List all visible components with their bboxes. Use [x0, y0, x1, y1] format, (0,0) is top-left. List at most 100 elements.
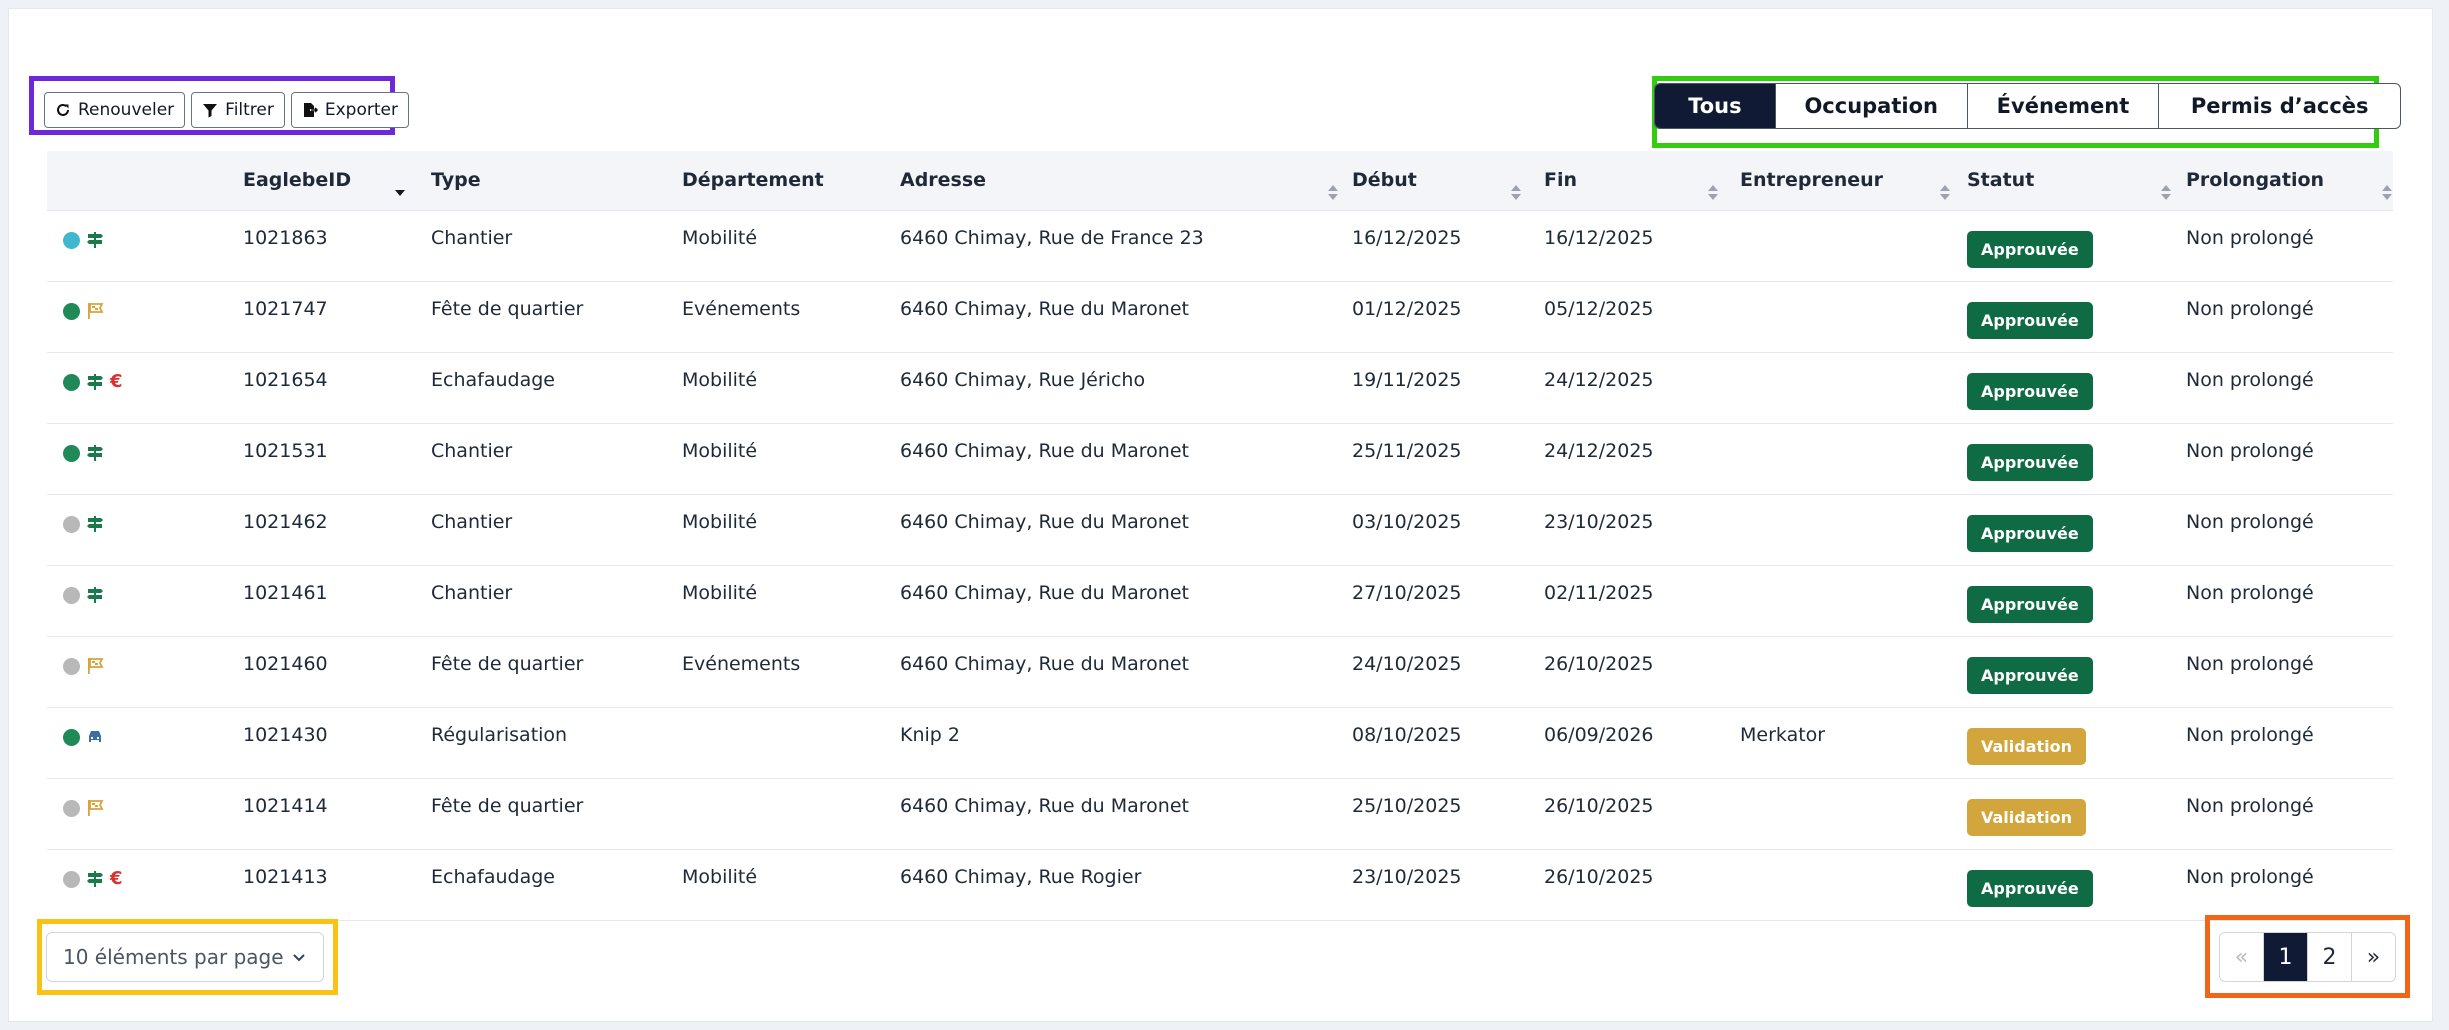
sort-icon[interactable]: [1511, 185, 1521, 201]
status-dot-icon: [63, 444, 80, 462]
flag-icon: [86, 657, 104, 675]
sort-icon[interactable]: [1708, 185, 1718, 201]
renew-button[interactable]: Renouveler: [44, 92, 186, 128]
filter-label: Filtrer: [225, 100, 274, 120]
prev-page-button[interactable]: «: [2220, 933, 2263, 981]
id-cell: 1021462: [243, 511, 328, 533]
id-cell: 1021460: [243, 653, 328, 675]
status-badge: Approuvée: [1967, 373, 2093, 410]
column-header: Type: [431, 169, 481, 191]
renew-label: Renouveler: [78, 100, 175, 120]
sort-icon[interactable]: [1940, 185, 1950, 201]
sort-icon[interactable]: [2382, 185, 2392, 201]
next-page-button[interactable]: »: [2351, 933, 2395, 981]
category-tabs: Tous Occupation Événement Permis d’accès: [1654, 83, 2401, 129]
table-row[interactable]: 1021863 Chantier Mobilité 6460 Chimay, Rue …: [47, 211, 2393, 282]
table-row[interactable]: €1021413 Echafaudage Mobilité 6460 Chimay, …: [47, 850, 2393, 921]
table-row[interactable]: €1021654 Echafaudage Mobilité 6460 Chimay, …: [47, 353, 2393, 424]
column-header: EaglebeID: [243, 169, 352, 191]
per-page-select[interactable]: 10 éléments par page: [46, 932, 324, 982]
row-icons: [63, 586, 104, 604]
extension-cell: Non prolongé: [2186, 795, 2314, 817]
start-date-cell: 27/10/2025: [1352, 582, 1462, 604]
table-row[interactable]: 1021430 Régularisation Knip 2 08/10/2025 06/…: [47, 708, 2393, 779]
table-row[interactable]: 1021414 Fête de quartier 6460 Chimay, Rue …: [47, 779, 2393, 850]
department-cell: Mobilité: [682, 511, 758, 533]
extension-cell: Non prolongé: [2186, 440, 2314, 462]
sort-icon[interactable]: [2161, 185, 2171, 201]
export-button[interactable]: Exporter: [290, 92, 409, 128]
road-sign-icon: [86, 586, 104, 604]
road-sign-icon: [86, 515, 104, 533]
euro-icon: €: [110, 371, 123, 392]
address-cell: 6460 Chimay, Rue Jéricho: [900, 369, 1146, 391]
page-2-button[interactable]: 2: [2307, 933, 2351, 981]
refresh-icon: [57, 103, 69, 116]
table-body: 1021863 Chantier Mobilité 6460 Chimay, Rue …: [47, 211, 2393, 921]
extension-cell: Non prolongé: [2186, 724, 2314, 746]
address-cell: Knip 2: [900, 724, 960, 746]
row-icons: €: [63, 373, 123, 391]
start-date-cell: 01/12/2025: [1352, 298, 1462, 320]
status-dot-icon: [63, 799, 80, 817]
address-cell: 6460 Chimay, Rue Rogier: [900, 866, 1142, 888]
start-date-cell: 23/10/2025: [1352, 866, 1462, 888]
department-cell: Mobilité: [682, 582, 758, 604]
sort-icon[interactable]: [1328, 185, 1338, 201]
row-icons: [63, 799, 104, 817]
start-date-cell: 16/12/2025: [1352, 227, 1462, 249]
toolbar: Renouveler Filtrer Exporter: [44, 92, 409, 128]
extension-cell: Non prolongé: [2186, 369, 2314, 391]
column-header: Début: [1352, 169, 1417, 191]
table-row[interactable]: 1021531 Chantier Mobilité 6460 Chimay, Rue …: [47, 424, 2393, 495]
status-dot-icon: [63, 870, 80, 888]
column-header: Statut: [1967, 169, 2035, 191]
status-badge: Approuvée: [1967, 515, 2093, 552]
end-date-cell: 24/12/2025: [1544, 369, 1654, 391]
extension-cell: Non prolongé: [2186, 653, 2314, 675]
table-row[interactable]: 1021460 Fête de quartier Evénements 6460 Ch…: [47, 637, 2393, 708]
tab-2[interactable]: Occupation: [1774, 84, 1967, 128]
department-cell: Evénements: [682, 653, 801, 675]
column-header: Fin: [1544, 169, 1578, 191]
table-row[interactable]: 1021461 Chantier Mobilité 6460 Chimay, Rue …: [47, 566, 2393, 637]
status-badge: Approuvée: [1967, 231, 2093, 268]
address-cell: 6460 Chimay, Rue du Maronet: [900, 653, 1189, 675]
row-icons: €: [63, 870, 123, 888]
requests-table: EaglebeID Type Département Adresse Début Fin E…: [47, 151, 2393, 921]
tab-4[interactable]: Permis d’accès: [2158, 84, 2400, 128]
type-cell: Fête de quartier: [431, 298, 584, 320]
filter-button[interactable]: Filtrer: [191, 92, 285, 128]
row-icons: [63, 302, 104, 320]
table-row[interactable]: 1021747 Fête de quartier Evénements 6460 Ch…: [47, 282, 2393, 353]
address-cell: 6460 Chimay, Rue du Maronet: [900, 440, 1189, 462]
per-page-label: 10 éléments par page: [63, 945, 284, 969]
start-date-cell: 25/11/2025: [1352, 440, 1462, 462]
flag-icon: [86, 799, 104, 817]
address-cell: 6460 Chimay, Rue de France 23: [900, 227, 1204, 249]
type-cell: Régularisation: [431, 724, 568, 746]
road-sign-icon: [86, 444, 104, 462]
extension-cell: Non prolongé: [2186, 227, 2314, 249]
id-cell: 1021414: [243, 795, 328, 817]
status-dot-icon: [63, 231, 80, 249]
extension-cell: Non prolongé: [2186, 298, 2314, 320]
table-row[interactable]: 1021462 Chantier Mobilité 6460 Chimay, Rue …: [47, 495, 2393, 566]
end-date-cell: 26/10/2025: [1544, 866, 1654, 888]
start-date-cell: 03/10/2025: [1352, 511, 1462, 533]
start-date-cell: 24/10/2025: [1352, 653, 1462, 675]
tab-3[interactable]: Événement: [1966, 84, 2159, 128]
department-cell: Mobilité: [682, 866, 758, 888]
type-cell: Fête de quartier: [431, 795, 584, 817]
page-1-button[interactable]: 1: [2263, 933, 2307, 981]
row-icons: [63, 657, 104, 675]
sort-icon[interactable]: [395, 185, 405, 201]
address-cell: 6460 Chimay, Rue du Maronet: [900, 511, 1189, 533]
status-badge: Approuvée: [1967, 444, 2093, 481]
row-icons: [63, 515, 104, 533]
tab-1[interactable]: Tous: [1655, 84, 1775, 128]
id-cell: 1021747: [243, 298, 328, 320]
type-cell: Echafaudage: [431, 369, 555, 391]
status-dot-icon: [63, 728, 80, 746]
end-date-cell: 23/10/2025: [1544, 511, 1654, 533]
